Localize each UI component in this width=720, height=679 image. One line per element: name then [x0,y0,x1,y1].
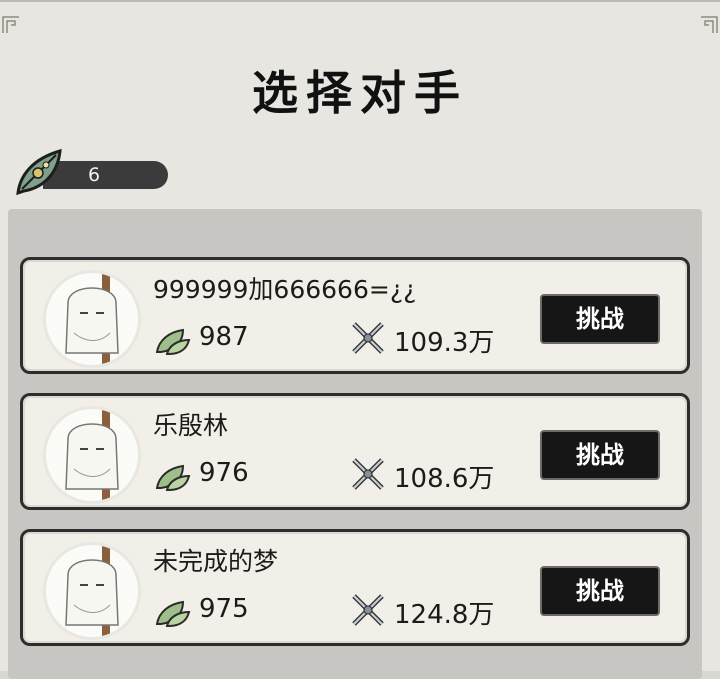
rank-value: 975 [199,594,249,624]
power-value: 124.8万 [394,600,495,630]
opponent-card: 乐殷林 976 108.6万 挑战 [20,393,690,510]
opponent-card: 未完成的梦 975 124.8万 挑战 [20,529,690,646]
challenge-button[interactable]: 挑战 [540,430,660,480]
challenge-button[interactable]: 挑战 [540,294,660,344]
power-value: 109.3万 [394,328,495,358]
currency-count: 6 [88,164,101,186]
rank-value: 987 [199,322,249,352]
opponent-name: 未完成的梦 [153,547,279,576]
dialog-frame: 选择对手 6 999999加666666=¿¿ 987 109.3万 挑战 乐殷… [0,0,720,679]
opponent-list[interactable]: 999999加666666=¿¿ 987 109.3万 挑战 乐殷林 976 1… [8,209,702,679]
opponent-name: 乐殷林 [153,411,229,440]
character-portrait-icon [65,545,119,637]
leaf-pile-icon [155,464,191,491]
character-portrait-icon [65,409,119,501]
crossed-swords-icon [352,322,384,354]
crossed-swords-icon [352,458,384,490]
currency-bar: 6 [16,148,168,196]
avatar [43,406,141,504]
page-title: 选择对手 [252,66,468,120]
corner-ornament [701,16,718,33]
challenge-button[interactable]: 挑战 [540,566,660,616]
crossed-swords-icon [352,594,384,626]
opponent-card: 999999加666666=¿¿ 987 109.3万 挑战 [20,257,690,374]
character-portrait-icon [65,273,119,365]
avatar [43,542,141,640]
leaf-pile-icon [155,328,191,355]
power-value: 108.6万 [394,464,495,494]
leaf-pile-icon [155,600,191,627]
rank-value: 976 [199,458,249,488]
corner-ornament [2,16,19,33]
opponent-name: 999999加666666=¿¿ [153,275,417,304]
avatar [43,270,141,368]
leaf-token-icon [16,148,62,196]
